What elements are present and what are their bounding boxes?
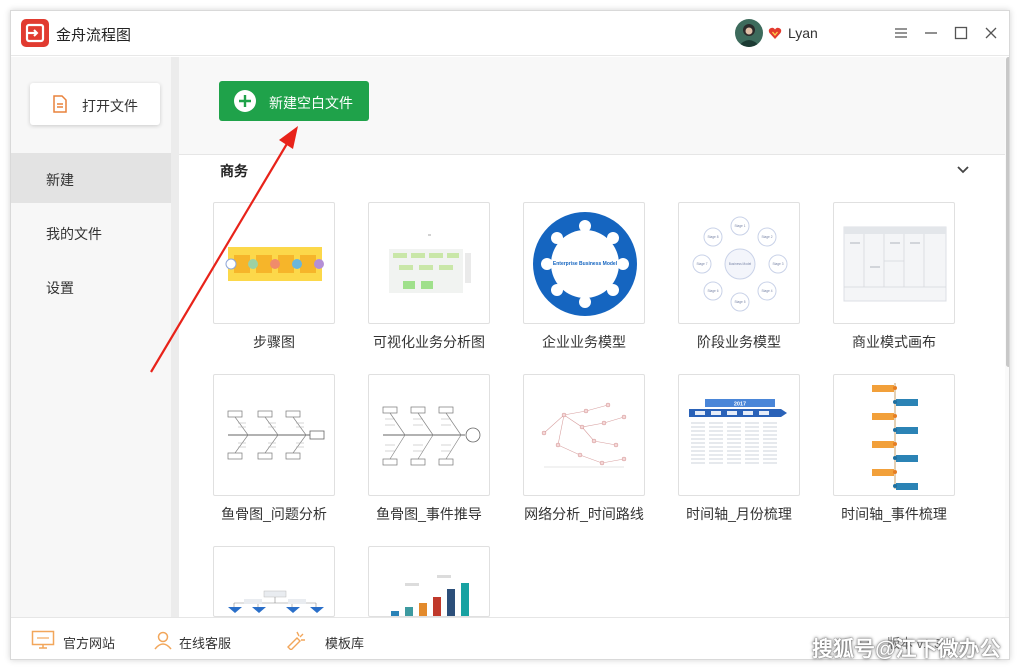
stage-label: Stage 2 [762,235,773,239]
official-website-label: 官方网站 [63,636,116,651]
fishbone-event-thumbnail [382,406,481,466]
template-label: 时间轴_事件梳理 [841,506,947,522]
timeline-year-text: 2017 [734,402,746,408]
sidebar-item-label: 设置 [46,280,74,296]
app-logo-icon [21,19,49,47]
chevron-down-icon[interactable] [955,161,971,177]
template-library-icon [287,631,305,650]
template-label: 鱼骨图_事件推导 [376,506,482,522]
stage-label: Stage 1 [735,224,746,228]
template-label: 鱼骨图_问题分析 [221,506,327,522]
template-label: 阶段业务模型 [697,334,781,350]
template-library-link[interactable]: 模板库 [285,618,375,659]
template-card-fishbone-event[interactable] [368,374,490,496]
stage-label: Stage 8 [708,235,719,239]
template-card-timeline-month[interactable]: 2017 [678,374,800,496]
stage-label: Stage 7 [697,262,708,266]
stage-label: Stage 3 [773,262,784,266]
app-title: 金舟流程图 [56,27,132,44]
template-card-stage-model[interactable]: Business Model Stage 1 Stage 2 Stage 3 S… [678,202,800,324]
fishbone-problem-thumbnail [227,410,325,460]
stage-label: Stage 6 [708,289,719,293]
template-card-chart-partial[interactable] [368,546,490,617]
username[interactable]: Lyan [788,25,818,41]
steps-thumbnail [225,247,324,281]
network-timeline-thumbnail [541,402,627,468]
new-file-area: 新建空白文件 [179,57,1005,155]
template-card-steps[interactable] [213,202,335,324]
sidebar: 打开文件 新建 我的文件 设置 [11,57,171,617]
template-label: 商业模式画布 [852,334,936,350]
online-service-label: 在线客服 [179,636,232,651]
app-window: 金舟流程图 Lyan 打开文件 新建 我的文件 设置 新建空白文件 商务 Ent… [10,10,1010,660]
user-avatar[interactable] [735,19,763,47]
open-file-button[interactable]: 打开文件 [30,83,160,125]
template-card-visual-analysis[interactable] [368,202,490,324]
stage-label: Stage 5 [735,300,746,304]
new-blank-file-button[interactable]: 新建空白文件 [219,81,369,121]
file-icon [52,95,68,118]
sidebar-item-settings[interactable]: 设置 [11,261,171,311]
new-blank-file-label: 新建空白文件 [269,95,353,111]
chart-partial-thumbnail [391,575,469,616]
customer-service-icon [154,631,172,650]
vip-heart-icon [768,26,782,40]
scrollbar-thumb[interactable] [1006,57,1009,367]
template-label: 时间轴_月份梳理 [686,506,792,522]
timeline-event-thumbnail [872,383,918,490]
title-bar: 金舟流程图 Lyan [11,11,1009,56]
close-icon[interactable] [979,21,1003,45]
template-card-timeline-event[interactable] [833,374,955,496]
business-canvas-thumbnail [843,226,947,302]
plus-icon [234,90,256,112]
visual-analysis-thumbnail [389,234,471,293]
monitor-icon [31,630,55,649]
sidebar-item-new[interactable]: 新建 [11,153,171,203]
template-card-enterprise-model[interactable]: Enterprise Business Model [523,202,645,324]
timeline-month-thumbnail: 2017 [689,399,787,464]
official-website-link[interactable]: 官方网站 [31,618,121,659]
template-card-network-timeline[interactable] [523,374,645,496]
stage-model-thumbnail: Business Model Stage 1 Stage 2 Stage 3 S… [692,216,788,312]
stage-label: Stage 4 [762,289,773,293]
template-card-business-canvas[interactable] [833,202,955,324]
template-card-fishbone-problem[interactable] [213,374,335,496]
enterprise-model-thumbnail: Enterprise Business Model [533,212,637,316]
open-file-label: 打开文件 [82,98,138,114]
watermark-text: 搜狐号@江下微办公 [812,638,1001,661]
template-label: 企业业务模型 [542,334,626,350]
sidebar-item-my-files[interactable]: 我的文件 [11,207,171,257]
maximize-icon[interactable] [949,21,973,45]
sidebar-item-label: 新建 [46,172,74,188]
template-card-flow-partial[interactable] [213,546,335,617]
sidebar-item-label: 我的文件 [46,226,102,242]
stage-center-text: Business Model [729,262,752,266]
section-title: 商务 [220,163,248,179]
template-label: 可视化业务分析图 [373,334,485,350]
menu-icon[interactable] [889,21,913,45]
template-label: 步骤图 [253,334,295,350]
enterprise-center-text: Enterprise Business Model [553,261,618,267]
template-label: 网络分析_时间路线 [524,506,644,522]
sidebar-divider [171,57,179,617]
online-service-link[interactable]: 在线客服 [153,618,243,659]
flow-partial-thumbnail [228,590,324,613]
minimize-icon[interactable] [919,21,943,45]
template-library-label: 模板库 [325,636,365,651]
